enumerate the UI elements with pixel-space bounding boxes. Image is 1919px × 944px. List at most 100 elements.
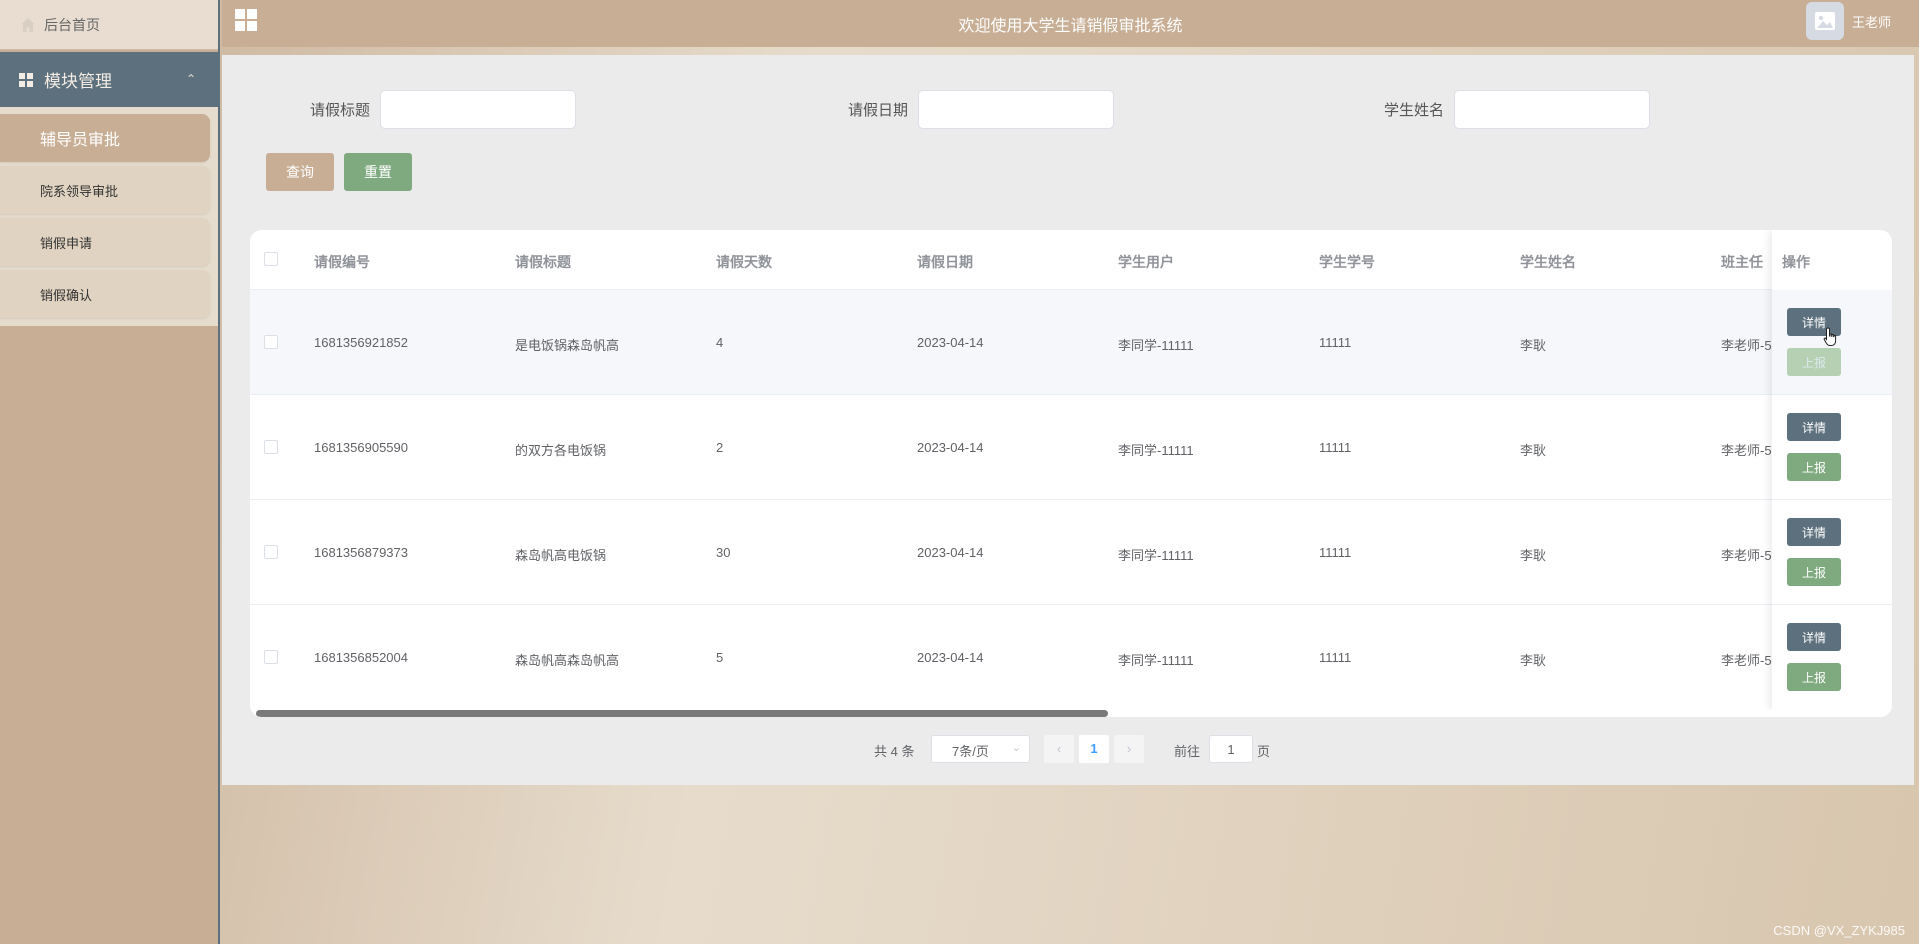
cell-title: 的双方各电饭锅 — [515, 443, 607, 458]
table-row[interactable]: 1681356852004 森岛帆高森岛帆高 5 2023-04-14 李同学-… — [250, 605, 1892, 710]
page-size-select[interactable]: 7条/页 ⌄ — [931, 735, 1030, 763]
cell-date: 2023-04-14 — [917, 650, 984, 665]
column-header[interactable]: 学生用户 — [1118, 252, 1174, 272]
report-button[interactable]: 上报 — [1787, 348, 1841, 376]
system-title: 欢迎使用大学生请销假审批系统 — [958, 17, 1183, 35]
cell-user: 李同学-11111 — [1118, 338, 1194, 353]
search-name-label: 学生姓名 — [1384, 102, 1445, 119]
column-header[interactable]: 请假日期 — [917, 252, 973, 272]
chevron-down-icon: ⌄ — [1011, 742, 1021, 754]
cell-date: 2023-04-14 — [917, 545, 984, 560]
action-cell: 详情 上报 — [1772, 605, 1892, 710]
grid-menu-icon[interactable] — [235, 9, 257, 31]
main-content: 请假标题 请假日期 学生姓名 查询 重置 请假编号 请假标题 请假天数 请假日期… — [222, 55, 1914, 785]
row-checkbox[interactable] — [264, 335, 278, 349]
search-actions: 查询 重置 — [266, 153, 422, 191]
user-menu[interactable]: 王老师 — [1805, 2, 1891, 40]
cell-teacher: 李老师-55 — [1721, 653, 1779, 668]
search-name-input[interactable] — [1454, 90, 1651, 129]
cell-days: 4 — [716, 335, 724, 350]
cell-student-no: 11111 — [1319, 650, 1352, 665]
detail-button[interactable]: 详情 — [1787, 623, 1841, 651]
cell-date: 2023-04-14 — [917, 440, 984, 455]
cell-teacher: 李老师-55 — [1721, 443, 1779, 458]
sidebar-item-return-application[interactable]: 销假申请 — [0, 218, 210, 266]
table-row[interactable]: 1681356921852 是电饭锅森岛帆高 4 2023-04-14 李同学-… — [250, 290, 1892, 395]
table-row[interactable]: 1681356905590 的双方各电饭锅 2 2023-04-14 李同学-1… — [250, 395, 1892, 500]
table-header: 请假编号 请假标题 请假天数 请假日期 学生用户 学生学号 学生姓名 班主任 — [250, 230, 1892, 290]
query-button[interactable]: 查询 — [266, 153, 334, 191]
column-header[interactable]: 学生姓名 — [1520, 252, 1576, 272]
cell-title: 森岛帆高森岛帆高 — [515, 653, 620, 668]
column-header[interactable]: 学生学号 — [1319, 252, 1375, 272]
sidebar-home-link[interactable]: 后台首页 — [0, 0, 218, 50]
goto-unit: 页 — [1257, 744, 1271, 759]
report-button[interactable]: 上报 — [1787, 453, 1841, 481]
sidebar-module-toggle[interactable]: 模块管理 ⌃ — [0, 52, 218, 107]
search-date-label: 请假日期 — [848, 102, 909, 119]
action-column: 操作 详情 上报 详情 上报 详情 上报 详情 上报 — [1772, 230, 1892, 710]
sidebar-home-label: 后台首页 — [44, 16, 100, 33]
column-header[interactable]: 请假标题 — [515, 252, 571, 272]
cell-teacher: 李老师-55 — [1721, 548, 1779, 563]
prev-page-button[interactable]: ‹ — [1044, 735, 1074, 763]
chevron-up-icon: ⌃ — [185, 72, 196, 86]
search-name-field: 学生姓名 — [1384, 90, 1651, 129]
goto-page-input[interactable] — [1209, 735, 1253, 763]
report-button[interactable]: 上报 — [1787, 558, 1841, 586]
cell-title: 森岛帆高电饭锅 — [515, 548, 607, 563]
column-header[interactable]: 请假编号 — [314, 252, 370, 272]
pagination: 共 4 条 7条/页 ⌄ ‹ 1 › 前往 页 — [222, 735, 1914, 765]
cell-id: 1681356921852 — [314, 335, 408, 350]
search-date-input[interactable] — [918, 90, 1115, 129]
goto-label: 前往 — [1174, 744, 1201, 759]
page-number-current[interactable]: 1 — [1079, 735, 1109, 763]
cell-user: 李同学-11111 — [1118, 443, 1194, 458]
sidebar-module-label: 模块管理 — [44, 72, 112, 91]
row-checkbox[interactable] — [264, 650, 278, 664]
cell-teacher: 李老师-55 — [1721, 338, 1779, 353]
search-title-input[interactable] — [380, 90, 577, 129]
next-page-button[interactable]: › — [1114, 735, 1144, 763]
cell-days: 2 — [716, 440, 724, 455]
cell-student-no: 11111 — [1319, 440, 1352, 455]
row-checkbox[interactable] — [264, 545, 278, 559]
cell-name: 李耿 — [1520, 653, 1547, 668]
cell-id: 1681356852004 — [314, 650, 408, 665]
page-size-value: 7条/页 — [952, 744, 989, 759]
row-checkbox[interactable] — [264, 440, 278, 454]
report-button[interactable]: 上报 — [1787, 663, 1841, 691]
top-header: 欢迎使用大学生请销假审批系统 王老师 — [222, 0, 1919, 47]
cell-user: 李同学-11111 — [1118, 548, 1194, 563]
home-icon — [21, 17, 35, 32]
detail-button[interactable]: 详情 — [1787, 413, 1841, 441]
table-row[interactable]: 1681356879373 森岛帆高电饭锅 30 2023-04-14 李同学-… — [250, 500, 1892, 605]
sidebar-item-label: 销假确认 — [40, 287, 93, 303]
search-title-field: 请假标题 — [310, 90, 577, 129]
search-form: 请假标题 请假日期 学生姓名 — [222, 90, 1914, 130]
sidebar-item-counselor-approval[interactable]: 辅导员审批 — [0, 114, 210, 162]
avatar[interactable] — [1805, 2, 1844, 40]
search-title-label: 请假标题 — [310, 102, 371, 119]
action-cell: 详情 上报 — [1772, 395, 1892, 500]
sidebar: 后台首页 模块管理 ⌃ 辅导员审批 院系领导审批 销假申请 销假确认 — [0, 0, 220, 944]
sidebar-item-department-approval[interactable]: 院系领导审批 — [0, 166, 210, 214]
select-all-checkbox[interactable] — [264, 252, 278, 266]
column-header[interactable]: 请假天数 — [716, 252, 772, 272]
leave-table: 请假编号 请假标题 请假天数 请假日期 学生用户 学生学号 学生姓名 班主任 1… — [250, 230, 1892, 717]
reset-button[interactable]: 重置 — [344, 153, 412, 191]
cell-name: 李耿 — [1520, 443, 1547, 458]
sidebar-item-label: 辅导员审批 — [40, 132, 121, 149]
horizontal-scrollbar[interactable] — [250, 709, 1892, 717]
chevron-left-icon: ‹ — [1056, 741, 1062, 756]
watermark: CSDN @VX_ZYKJ985 — [1773, 923, 1905, 938]
sidebar-item-return-confirmation[interactable]: 销假确认 — [0, 270, 210, 318]
column-header[interactable]: 班主任 — [1721, 252, 1763, 272]
scrollbar-thumb[interactable] — [256, 710, 1108, 717]
user-name: 王老师 — [1851, 14, 1891, 30]
chevron-right-icon: › — [1126, 741, 1132, 756]
cell-id: 1681356879373 — [314, 545, 408, 560]
detail-button[interactable]: 详情 — [1787, 518, 1841, 546]
hand-cursor-icon — [1823, 327, 1837, 346]
sidebar-item-label: 销假申请 — [40, 235, 93, 251]
